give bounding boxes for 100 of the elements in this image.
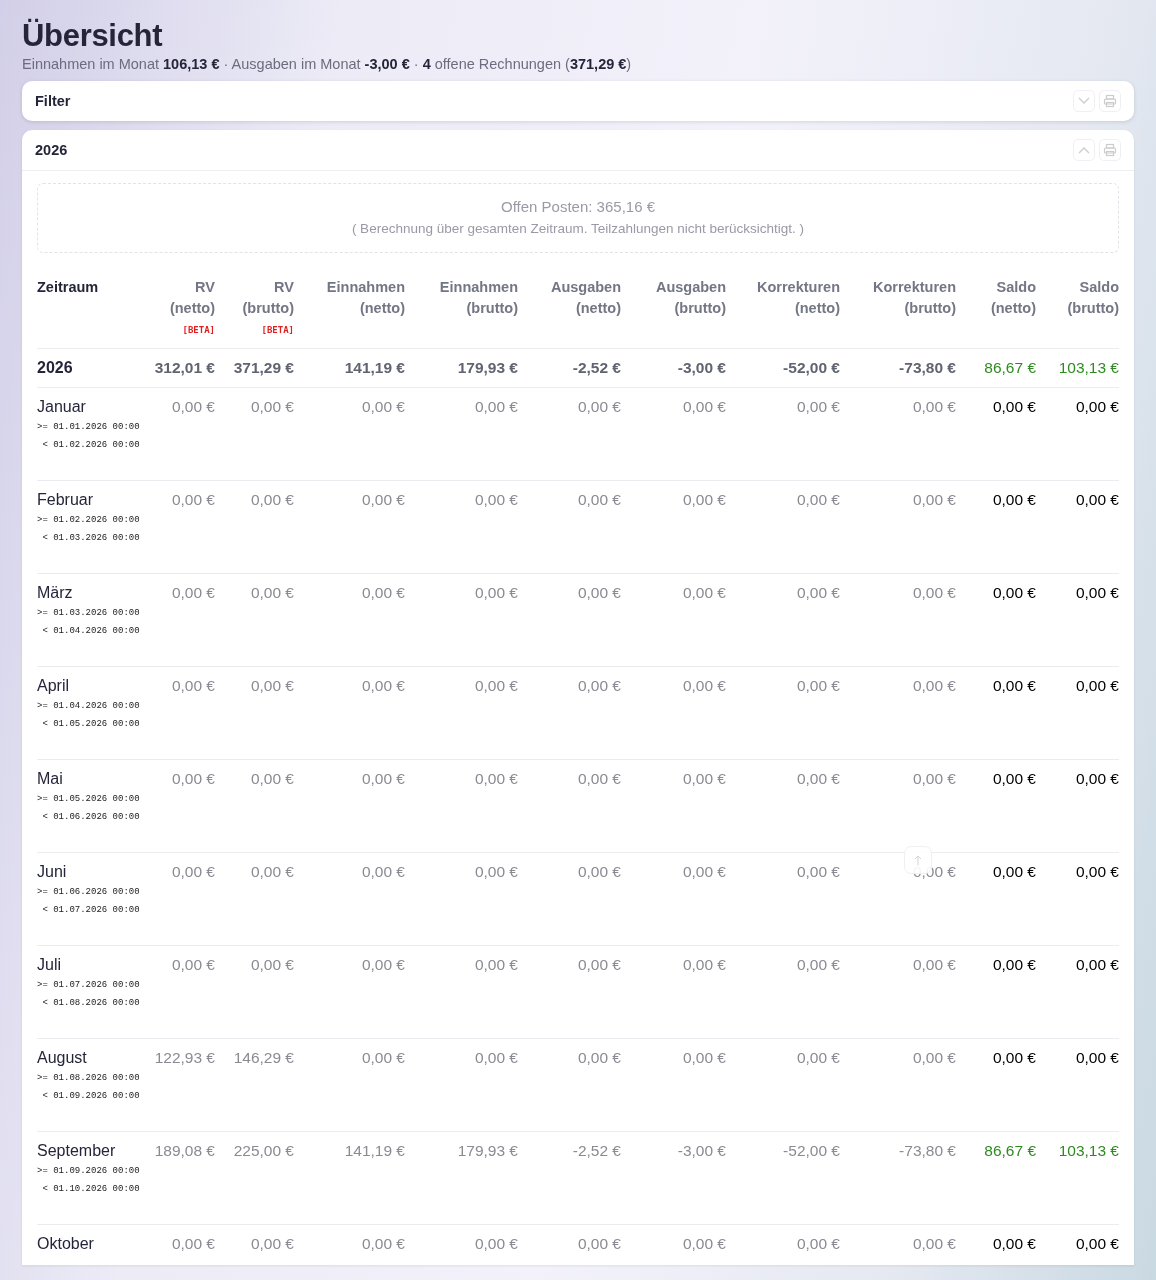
period-start: >= 01.09.2026 00:00: [37, 1165, 140, 1178]
amount: 0,00 €: [796, 677, 840, 694]
amount: 0,00 €: [474, 677, 518, 694]
amount: 0,00 €: [682, 491, 726, 508]
column-header: RV (brutto): [242, 279, 294, 316]
period-label: August: [37, 1049, 88, 1067]
period-end: < 01.02.2026 00:00: [41, 439, 140, 452]
amount: 0,00 €: [682, 770, 726, 787]
amount: 0,00 €: [912, 677, 956, 694]
amount: 312,01 €: [154, 359, 215, 376]
amount: 189,08 €: [154, 1142, 215, 1159]
amount: 179,93 €: [457, 1142, 518, 1159]
amount: 0,00 €: [577, 956, 621, 973]
balance-amount: 0,00 €: [992, 491, 1036, 508]
amount: 0,00 €: [796, 956, 840, 973]
period-label: Februar: [37, 491, 95, 509]
balance-amount: 0,00 €: [992, 398, 1036, 415]
amount: 0,00 €: [474, 491, 518, 508]
period-label: Mai: [37, 770, 64, 788]
amount: 0,00 €: [171, 677, 215, 694]
amount: 0,00 €: [912, 1049, 956, 1066]
amount: 0,00 €: [171, 398, 215, 415]
amount: 0,00 €: [577, 491, 621, 508]
balance-amount: 0,00 €: [992, 677, 1036, 694]
column-header: RV (netto): [169, 279, 215, 316]
amount: 0,00 €: [250, 863, 294, 880]
period-label: Januar: [37, 398, 87, 416]
amount: 0,00 €: [361, 956, 405, 973]
amount: 0,00 €: [171, 956, 215, 973]
amount: 0,00 €: [682, 1049, 726, 1066]
amount: 0,00 €: [796, 1235, 840, 1252]
summary-text: Einnahmen im Monat 106,13 € · Ausgaben im Monat -3,00 € · 4 offene Rechnungen (371,29 €): [22, 56, 633, 72]
amount: 0,00 €: [912, 491, 956, 508]
amount: 0,00 €: [912, 956, 956, 973]
amount: 0,00 €: [577, 677, 621, 694]
amount: 141,19 €: [344, 1142, 405, 1159]
amount: -3,00 €: [677, 359, 726, 376]
amount: 0,00 €: [474, 584, 518, 601]
amount: 0,00 €: [474, 956, 518, 973]
amount: 0,00 €: [474, 1235, 518, 1252]
amount: 0,00 €: [682, 398, 726, 415]
amount: 0,00 €: [796, 770, 840, 787]
amount: 146,29 €: [233, 1049, 294, 1066]
printer-icon: [1103, 94, 1117, 108]
amount: 0,00 €: [171, 863, 215, 880]
chevron-up-icon: [1078, 146, 1090, 154]
period-start: >= 01.07.2026 00:00: [37, 979, 140, 992]
balance-amount: 0,00 €: [1075, 1235, 1119, 1252]
amount: 0,00 €: [361, 677, 405, 694]
balance-amount: 86,67 €: [984, 359, 1036, 376]
balance-amount: 0,00 €: [1075, 491, 1119, 508]
column-header: Korrekturen (netto): [757, 279, 840, 316]
amount: 225,00 €: [233, 1142, 294, 1159]
amount: 0,00 €: [796, 398, 840, 415]
print-button[interactable]: [1099, 139, 1121, 161]
amount: 0,00 €: [171, 770, 215, 787]
toggle-button[interactable]: [1073, 139, 1095, 161]
amount: 0,00 €: [682, 1235, 726, 1252]
amount: 0,00 €: [474, 770, 518, 787]
amount: 0,00 €: [796, 1049, 840, 1066]
period-end: < 01.04.2026 00:00: [41, 625, 140, 638]
amount: -52,00 €: [783, 359, 840, 376]
amount: 0,00 €: [474, 1049, 518, 1066]
amount: 0,00 €: [577, 863, 621, 880]
amount: 0,00 €: [796, 863, 840, 880]
balance-amount: 103,13 €: [1058, 359, 1119, 376]
panel-title: Filter: [35, 93, 72, 109]
amount: -2,52 €: [572, 1142, 621, 1159]
period-start: >= 01.03.2026 00:00: [37, 607, 140, 620]
balance-amount: 0,00 €: [1075, 677, 1119, 694]
amount: 0,00 €: [250, 1235, 294, 1252]
period-end: < 01.10.2026 00:00: [41, 1183, 140, 1196]
balance-amount: 0,00 €: [992, 584, 1036, 601]
amount: 0,00 €: [474, 863, 518, 880]
balance-amount: 0,00 €: [992, 1235, 1036, 1252]
period-label: April: [37, 677, 70, 695]
balance-amount: 86,67 €: [984, 1142, 1036, 1159]
chevron-down-icon: [1078, 97, 1090, 105]
period-end: < 01.05.2026 00:00: [41, 718, 140, 731]
period-label: Oktober: [37, 1235, 95, 1253]
amount: 0,00 €: [361, 1235, 405, 1252]
amount: 0,00 €: [682, 956, 726, 973]
amount: 179,93 €: [457, 359, 518, 376]
column-header: Einnahmen (brutto): [439, 279, 518, 316]
amount: 0,00 €: [796, 491, 840, 508]
amount: 0,00 €: [796, 584, 840, 601]
amount: 0,00 €: [250, 398, 294, 415]
amount: -73,80 €: [899, 1142, 956, 1159]
balance-amount: 103,13 €: [1058, 1142, 1119, 1159]
column-header: Ausgaben (netto): [550, 279, 621, 316]
amount: 0,00 €: [912, 1235, 956, 1252]
period-label: Juni: [37, 863, 68, 881]
period-label: März: [37, 584, 74, 602]
balance-amount: 0,00 €: [992, 1049, 1036, 1066]
print-button[interactable]: [1099, 90, 1121, 112]
open-items-note: ( Berechnung über gesamten Zeitraum. Teilzahlungen nicht berücksichtigt. ): [350, 221, 806, 236]
amount: 0,00 €: [577, 770, 621, 787]
amount: -2,52 €: [572, 359, 621, 376]
period-end: < 01.08.2026 00:00: [41, 997, 140, 1010]
toggle-button[interactable]: [1073, 90, 1095, 112]
